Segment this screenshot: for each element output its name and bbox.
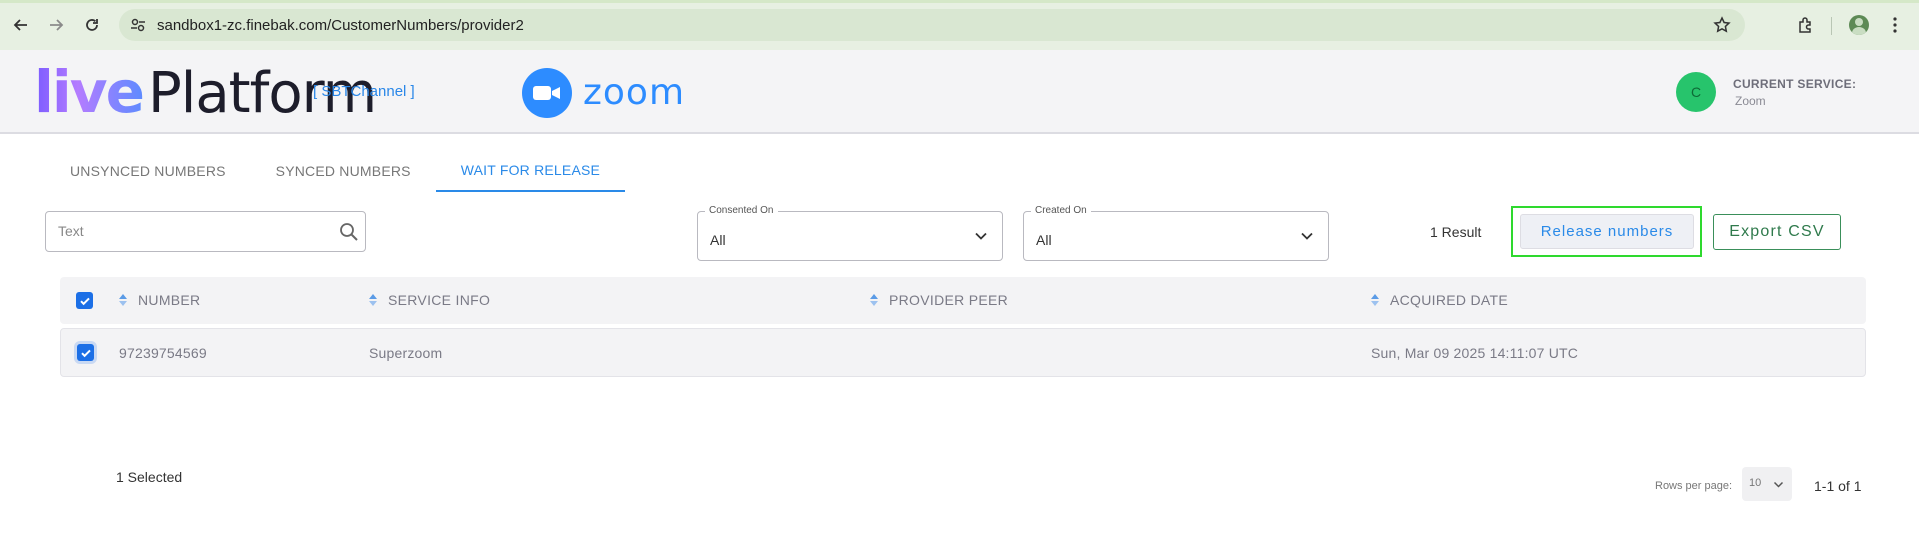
- service-avatar[interactable]: C: [1676, 72, 1716, 112]
- created-on-legend: Created On: [1031, 205, 1091, 216]
- created-on-value: All: [1036, 232, 1052, 248]
- created-on-select[interactable]: Created On All: [1023, 205, 1329, 261]
- reload-icon: [86, 19, 98, 31]
- column-label: SERVICE INFO: [388, 292, 491, 308]
- tab-synced-numbers[interactable]: SYNCED NUMBERS: [251, 150, 436, 192]
- channel-label: [ SBTChannel ]: [313, 83, 415, 100]
- sort-icon: [870, 294, 878, 306]
- chevron-down-icon: [975, 232, 987, 240]
- column-label: ACQUIRED DATE: [1390, 292, 1508, 308]
- column-header-acquired-date[interactable]: ACQUIRED DATE: [1370, 292, 1508, 308]
- result-count: 1 Result: [1430, 224, 1482, 240]
- reload-button[interactable]: [79, 12, 105, 38]
- puzzle-icon: [1799, 17, 1811, 33]
- browser-chrome: sandbox1-zc.finebak.com/CustomerNumbers/…: [0, 0, 1919, 50]
- browser-menu-button[interactable]: [1882, 12, 1908, 38]
- search-icon[interactable]: [339, 222, 359, 242]
- kebab-menu-icon: [1893, 17, 1897, 33]
- checkmark-icon: [80, 349, 91, 357]
- release-numbers-button[interactable]: Release numbers: [1520, 214, 1694, 249]
- search-field: [45, 211, 366, 252]
- column-label: PROVIDER PEER: [889, 292, 1009, 308]
- column-label: NUMBER: [138, 292, 201, 308]
- tab-strip: [0, 0, 1919, 3]
- checkmark-icon: [79, 297, 90, 305]
- cell-number: 97239754569: [119, 345, 207, 361]
- chevron-down-icon: [1773, 481, 1784, 488]
- extensions-button[interactable]: [1793, 12, 1819, 38]
- profile-avatar-icon: [1849, 15, 1869, 35]
- tab-bar: UNSYNCED NUMBERS SYNCED NUMBERS WAIT FOR…: [45, 150, 626, 192]
- arrow-right-icon: [50, 19, 64, 31]
- site-settings-icon[interactable]: [130, 17, 146, 33]
- table-row[interactable]: 97239754569 Superzoom Sun, Mar 09 2025 1…: [60, 328, 1866, 377]
- release-button-highlight: Release numbers: [1511, 206, 1702, 257]
- profile-button[interactable]: [1846, 12, 1872, 38]
- zoom-camera-icon: [522, 68, 572, 118]
- sort-icon: [1371, 294, 1379, 306]
- tab-unsynced-numbers[interactable]: UNSYNCED NUMBERS: [45, 150, 251, 192]
- tab-wait-for-release[interactable]: WAIT FOR RELEASE: [435, 150, 626, 192]
- bookmark-star-icon[interactable]: [1713, 16, 1731, 34]
- chevron-down-icon: [1301, 232, 1313, 240]
- logo-live-text: live: [34, 58, 145, 126]
- table-header: NUMBER SERVICE INFO PROVIDER PEER ACQUIR…: [60, 277, 1866, 324]
- rows-per-page-value: 10: [1749, 477, 1762, 489]
- cell-service-info: Superzoom: [369, 345, 443, 361]
- export-csv-button[interactable]: Export CSV: [1713, 214, 1841, 250]
- selected-count: 1 Selected: [116, 469, 183, 485]
- cell-acquired-date: Sun, Mar 09 2025 14:11:07 UTC: [1371, 345, 1579, 361]
- sort-icon: [119, 294, 127, 306]
- pagination-range: 1-1 of 1: [1814, 478, 1862, 494]
- address-bar[interactable]: sandbox1-zc.finebak.com/CustomerNumbers/…: [119, 9, 1745, 41]
- url-text: sandbox1-zc.finebak.com/CustomerNumbers/…: [157, 17, 524, 34]
- rows-per-page-select[interactable]: 10: [1742, 467, 1792, 501]
- current-service-label: CURRENT SERVICE:: [1733, 77, 1857, 91]
- sort-icon: [369, 294, 377, 306]
- row-checkbox[interactable]: [77, 344, 94, 361]
- zoom-wordmark: zoom: [583, 72, 686, 113]
- column-header-service-info[interactable]: SERVICE INFO: [368, 292, 490, 308]
- consented-on-select[interactable]: Consented On All: [697, 205, 1003, 261]
- app-header: live Platform [ SBTChannel ] zoom C CURR…: [0, 50, 1919, 134]
- select-all-checkbox[interactable]: [76, 292, 93, 309]
- consented-on-value: All: [710, 232, 726, 248]
- toolbar-divider: [1831, 17, 1832, 35]
- column-header-number[interactable]: NUMBER: [118, 292, 200, 308]
- arrow-left-icon: [13, 19, 27, 31]
- column-header-provider-peer[interactable]: PROVIDER PEER: [869, 292, 1008, 308]
- forward-button[interactable]: [43, 12, 69, 38]
- search-input[interactable]: [58, 221, 328, 241]
- consented-on-legend: Consented On: [705, 205, 778, 216]
- current-service-value: Zoom: [1735, 94, 1766, 108]
- rows-per-page-label: Rows per page:: [1655, 480, 1733, 492]
- back-button[interactable]: [8, 12, 34, 38]
